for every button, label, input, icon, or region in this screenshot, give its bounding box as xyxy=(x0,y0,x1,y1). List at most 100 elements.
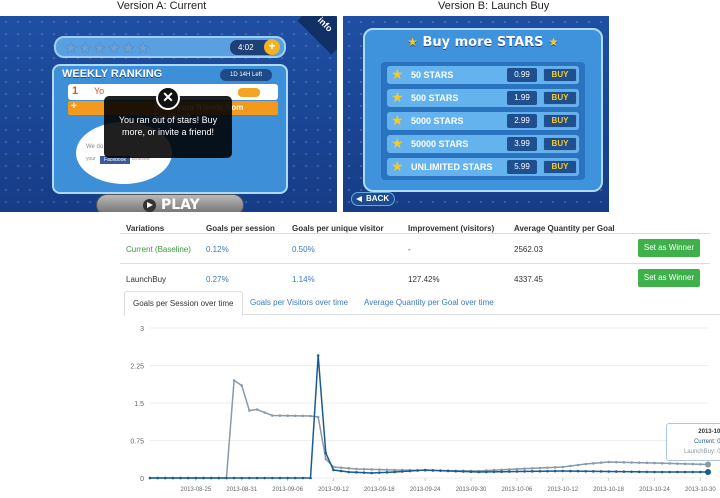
x-tick-label: 2013-09-30 xyxy=(456,487,487,493)
series-point-current xyxy=(225,476,228,480)
series-point-launchbuy xyxy=(316,415,320,419)
buy-button[interactable]: BUY xyxy=(543,137,577,151)
set-winner-button[interactable]: Set as Winner xyxy=(638,269,700,287)
series-point-current xyxy=(592,470,595,473)
score-bar xyxy=(238,88,260,97)
series-point-current xyxy=(683,470,687,474)
series-point-current xyxy=(515,470,519,473)
timer-value: 4:02 xyxy=(238,43,254,52)
play-button[interactable]: PLAY xyxy=(96,194,244,212)
series-point-current xyxy=(332,468,335,472)
buy-button[interactable]: BUY xyxy=(543,91,577,105)
x-tick-label: 2013-09-12 xyxy=(318,487,349,493)
series-point-launchbuy xyxy=(515,467,519,471)
series-point-launchbuy xyxy=(324,457,328,461)
series-point-launchbuy xyxy=(584,462,587,466)
version-b-screenshot: ★ Buy more STARS ★ ★ 50 STARS 0.99 BUY ★ 500 … xyxy=(343,16,609,212)
rank-name: Yo xyxy=(94,86,105,96)
series-point-launchbuy xyxy=(339,466,343,469)
tab-goals-per-session[interactable]: Goals per Session over time xyxy=(124,291,243,316)
header-avg-quantity: Average Quantity per Goal xyxy=(514,224,615,233)
stars-list-item: ★ 5000 STARS 2.99 BUY xyxy=(387,112,579,130)
y-tick-label: 2.25 xyxy=(130,364,144,371)
series-point-launchbuy xyxy=(293,414,297,418)
series-point-current xyxy=(691,470,695,474)
add-icon[interactable]: + xyxy=(264,39,280,55)
improvement-value: 127.42% xyxy=(408,275,440,284)
buy-button[interactable]: BUY xyxy=(543,160,577,174)
series-point-current xyxy=(500,470,503,473)
x-tick-label: 2013-08-25 xyxy=(181,487,212,493)
item-price: 3.99 xyxy=(507,137,537,151)
tooltip-date: 2013-10-31 xyxy=(698,429,720,435)
series-point-current xyxy=(378,471,381,474)
series-point-launchbuy xyxy=(561,465,565,469)
series-point-current xyxy=(286,476,289,480)
chart-tooltip: 2013-10-31 Current: 0.12 LaunchBuy: 0.27 xyxy=(666,423,720,461)
days-left-badge: 1D 14H Left xyxy=(220,69,272,81)
series-point-current xyxy=(194,476,198,480)
series-point-current xyxy=(156,476,159,480)
version-a-screenshot: info ★★★★★★ 4:02 + WEEKLY RANKING 1D 14H… xyxy=(0,16,337,212)
series-point-current xyxy=(347,470,351,474)
item-name: 50 STARS xyxy=(411,70,454,80)
series-point-launchbuy xyxy=(271,414,274,417)
play-label: PLAY xyxy=(161,197,200,212)
buy-stars-panel: ★ Buy more STARS ★ ★ 50 STARS 0.99 BUY ★ 500 … xyxy=(363,28,603,192)
series-point-launchbuy xyxy=(569,464,572,468)
series-point-launchbuy xyxy=(248,409,251,412)
series-point-current xyxy=(523,470,526,473)
buy-button[interactable]: BUY xyxy=(543,114,577,128)
series-point-current xyxy=(668,470,672,474)
series-point-current xyxy=(309,476,312,480)
variation-screenshots: Version A: Current Version B: Launch Buy… xyxy=(0,0,720,212)
stars-list-item: ★ UNLIMITED STARS 5.99 BUY xyxy=(387,158,579,176)
series-point-current xyxy=(607,470,610,473)
header-goals-per-session: Goals per session xyxy=(206,224,275,233)
series-point-launchbuy xyxy=(676,462,679,465)
x-tick-label: 2013-10-24 xyxy=(639,487,670,493)
x-tick-label: 2013-08-31 xyxy=(226,487,257,493)
series-point-current xyxy=(217,476,221,480)
series-point-current xyxy=(400,470,404,473)
series-point-current xyxy=(485,470,488,474)
series-point-launchbuy xyxy=(705,461,711,468)
set-winner-button[interactable]: Set as Winner xyxy=(638,239,700,257)
series-point-current xyxy=(339,469,343,473)
plus-icon: + xyxy=(71,101,77,112)
tab-goals-per-visitors[interactable]: Goals per Visitors over time xyxy=(242,291,356,315)
series-point-current xyxy=(271,476,274,480)
stars-list-item: ★ 500 STARS 1.99 BUY xyxy=(387,89,579,107)
series-point-current xyxy=(599,470,603,473)
series-point-current xyxy=(584,469,587,473)
table-row: LaunchBuy 0.27% 1.14% 127.42% 4337.45 Se… xyxy=(120,263,710,293)
series-point-current xyxy=(576,469,580,473)
series-point-current xyxy=(416,469,419,472)
series-point-current xyxy=(645,470,649,474)
series-point-launchbuy xyxy=(699,462,702,466)
series-point-launchbuy xyxy=(668,462,672,465)
close-icon[interactable]: ✕ xyxy=(156,86,180,110)
avg-quantity-value: 2562.03 xyxy=(514,245,543,254)
item-price: 0.99 xyxy=(507,68,537,82)
series-point-current xyxy=(546,469,549,473)
series-point-launchbuy xyxy=(523,467,526,470)
series-point-current xyxy=(431,469,435,472)
tooltip-current: Current: 0.12 xyxy=(693,439,720,445)
header-variations: Variations xyxy=(126,224,165,233)
buy-button[interactable]: BUY xyxy=(543,68,577,82)
series-point-current xyxy=(660,470,664,474)
series-point-current xyxy=(316,354,320,357)
buy-stars-title-text: Buy more STARS xyxy=(422,35,544,50)
y-tick-label: 1.5 xyxy=(134,401,144,408)
info-label: info xyxy=(315,16,335,34)
back-button[interactable]: BACK xyxy=(351,192,395,206)
series-point-launchbuy xyxy=(286,414,289,417)
series-point-current xyxy=(179,476,182,480)
tab-avg-quantity[interactable]: Average Quantity per Goal over time xyxy=(356,291,502,315)
buy-stars-title: ★ Buy more STARS ★ xyxy=(365,35,601,50)
item-name: 50000 STARS xyxy=(411,139,469,149)
line-chart: 0 0.75 1.5 2.25 3 2013-08-25 2013-08-31 2013-09… xyxy=(130,326,716,493)
series-point-current xyxy=(385,471,389,474)
series-point-current xyxy=(209,476,213,480)
